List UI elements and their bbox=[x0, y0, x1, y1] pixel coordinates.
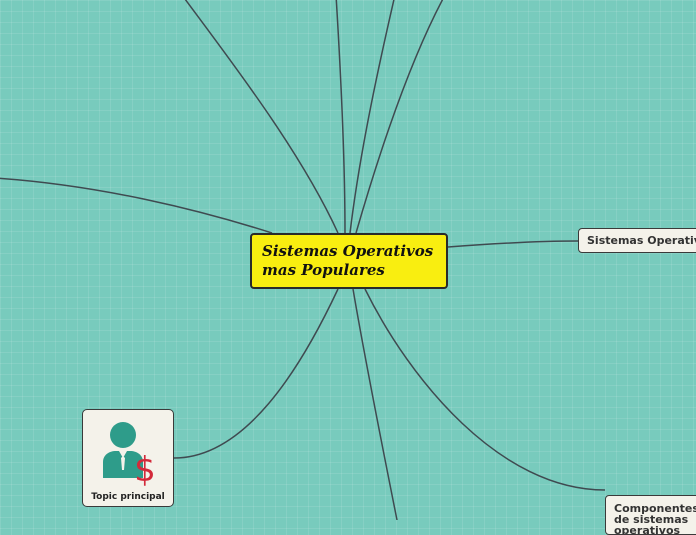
central-topic[interactable]: Sistemas Operativos mas Populares bbox=[250, 233, 448, 289]
dollar-symbol: $ bbox=[134, 450, 156, 490]
topic-principal-card[interactable]: $ Topic principal bbox=[82, 409, 174, 507]
topic-principal-label: Topic principal bbox=[91, 492, 165, 502]
topic-sistemas-operativos[interactable]: Sistemas Operativos bbox=[578, 228, 696, 253]
connector-top-left bbox=[184, 0, 339, 234]
connector-right-sistemas bbox=[447, 240, 579, 248]
mind-map-canvas[interactable]: Sistemas Operativos mas Populares Sistem… bbox=[0, 0, 696, 535]
connector-bottom-left-card bbox=[173, 288, 339, 459]
topic-componentes[interactable]: Componentes de sistemas operativos bbox=[605, 495, 696, 535]
connector-bottom bbox=[352, 288, 398, 520]
connector-bottom-right-componentes bbox=[364, 288, 606, 491]
connector-top-1 bbox=[335, 0, 346, 234]
connector-left bbox=[0, 177, 273, 234]
businessman-dollar-icon: $ bbox=[103, 422, 156, 490]
connector-top-2 bbox=[349, 0, 395, 234]
